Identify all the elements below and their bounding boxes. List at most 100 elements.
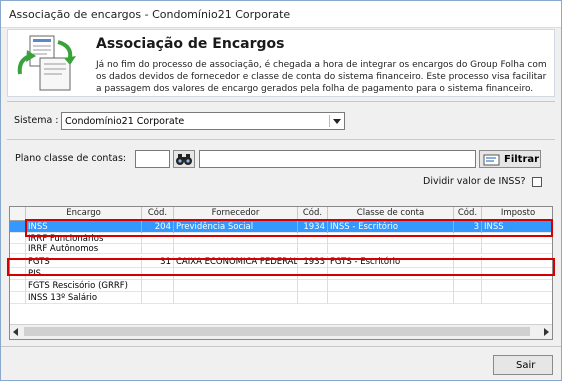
table-cell[interactable]: 1934 bbox=[298, 221, 328, 233]
row-indicator-header bbox=[10, 207, 26, 220]
filtrar-label: Filtrar bbox=[504, 154, 540, 165]
table-cell[interactable]: INSS bbox=[26, 221, 142, 233]
header-title: Associação de Encargos bbox=[96, 36, 285, 52]
column-header[interactable]: Imposto bbox=[482, 207, 552, 220]
table-cell[interactable] bbox=[482, 292, 552, 304]
column-header[interactable]: Cód. bbox=[454, 207, 482, 220]
table-cell[interactable]: Previdência Social bbox=[174, 221, 298, 233]
table-row[interactable]: IRRF Autônomos bbox=[10, 244, 552, 256]
row-indicator[interactable] bbox=[10, 244, 26, 256]
filter-icon bbox=[483, 154, 500, 166]
table-cell[interactable] bbox=[454, 279, 482, 292]
table-cell[interactable] bbox=[142, 268, 174, 280]
table-cell[interactable] bbox=[454, 233, 482, 244]
table-cell[interactable] bbox=[298, 279, 328, 292]
column-header[interactable]: Fornecedor bbox=[174, 207, 298, 220]
sistema-label: Sistema : bbox=[14, 115, 59, 126]
divider bbox=[1, 346, 561, 347]
binoculars-icon bbox=[176, 154, 192, 165]
filtrar-button[interactable]: Filtrar bbox=[479, 150, 541, 168]
table-row[interactable]: INSS 204 Previdência Social 1934 INSS - Escr… bbox=[10, 221, 552, 233]
table-row[interactable]: FGTS Rescisório (GRRF) bbox=[10, 279, 552, 292]
table-cell[interactable] bbox=[482, 280, 552, 292]
table-cell[interactable] bbox=[142, 291, 174, 304]
table-cell[interactable] bbox=[174, 279, 298, 292]
app-window: Associação de encargos - Condomínio21 Co… bbox=[0, 0, 562, 381]
table-cell[interactable] bbox=[482, 268, 552, 280]
sistema-select[interactable]: Condomínio21 Corporate bbox=[61, 112, 345, 130]
grid-header: Encargo Cód. Fornecedor Cód. Classe de c… bbox=[10, 207, 552, 221]
table-cell[interactable]: IRRF Funcionários bbox=[26, 233, 142, 244]
plano-code-input[interactable] bbox=[135, 150, 170, 168]
table-cell[interactable] bbox=[174, 268, 298, 280]
row-indicator[interactable] bbox=[10, 255, 26, 268]
table-cell[interactable] bbox=[298, 291, 328, 304]
table-cell[interactable] bbox=[328, 268, 454, 280]
row-indicator[interactable] bbox=[10, 221, 26, 233]
header-panel: Associação de Encargos Já no fim do proc… bbox=[7, 29, 555, 97]
scroll-left-icon[interactable] bbox=[13, 328, 18, 336]
table-cell[interactable] bbox=[482, 234, 552, 244]
table-cell[interactable] bbox=[482, 244, 552, 254]
table-cell[interactable]: FGTS Rescisório (GRRF) bbox=[26, 279, 142, 292]
table-cell[interactable]: PIS bbox=[26, 268, 142, 280]
row-indicator[interactable] bbox=[10, 291, 26, 304]
table-cell[interactable]: 1933 bbox=[298, 255, 328, 268]
column-header[interactable]: Cód. bbox=[142, 207, 174, 220]
dividir-checkbox[interactable] bbox=[532, 177, 542, 187]
table-cell[interactable]: 204 bbox=[142, 221, 174, 233]
column-header[interactable]: Classe de conta bbox=[328, 207, 454, 220]
table-cell[interactable] bbox=[328, 233, 454, 244]
table-cell[interactable]: FGTS bbox=[26, 255, 142, 268]
plano-description-input[interactable] bbox=[199, 150, 476, 168]
scroll-right-icon[interactable] bbox=[544, 328, 549, 336]
column-header[interactable]: Encargo bbox=[26, 207, 142, 220]
sair-button[interactable]: Sair bbox=[493, 355, 553, 375]
divider bbox=[7, 139, 555, 140]
table-cell[interactable] bbox=[174, 233, 298, 244]
table-cell[interactable] bbox=[142, 244, 174, 254]
table-cell[interactable] bbox=[454, 255, 482, 268]
sair-label: Sair bbox=[516, 360, 536, 371]
table-cell[interactable] bbox=[454, 244, 482, 254]
divider bbox=[7, 101, 555, 102]
column-header[interactable]: Cód. bbox=[298, 207, 328, 220]
table-cell[interactable] bbox=[328, 244, 454, 254]
table-cell[interactable]: FGTS - Escritório bbox=[328, 255, 454, 268]
chevron-down-icon[interactable] bbox=[329, 115, 342, 127]
table-cell[interactable]: 31 bbox=[142, 255, 174, 268]
documents-refresh-icon bbox=[17, 35, 76, 91]
table-cell[interactable] bbox=[142, 233, 174, 244]
table-cell[interactable] bbox=[298, 244, 328, 254]
dividir-label: Dividir valor de INSS? bbox=[423, 176, 526, 187]
header-description: Já no fim do processo de associação, é c… bbox=[96, 60, 547, 94]
row-indicator[interactable] bbox=[10, 268, 26, 280]
table-cell[interactable] bbox=[328, 279, 454, 292]
table-row[interactable]: IRRF Funcionários bbox=[10, 233, 552, 246]
row-indicator[interactable] bbox=[10, 279, 26, 292]
horizontal-scrollbar[interactable] bbox=[10, 324, 552, 339]
table-cell[interactable] bbox=[298, 233, 328, 244]
table-row[interactable]: FGTS 31 CAIXA ECONOMICA FEDERAL 1933 FGTS - … bbox=[10, 255, 552, 268]
table-cell[interactable]: IRRF Autônomos bbox=[26, 244, 142, 254]
table-cell[interactable] bbox=[298, 268, 328, 280]
table-row[interactable]: INSS 13º Salário bbox=[10, 291, 552, 304]
table-cell[interactable] bbox=[454, 291, 482, 304]
table-cell[interactable]: CAIXA ECONOMICA FEDERAL bbox=[174, 255, 298, 268]
table-cell[interactable] bbox=[482, 256, 552, 268]
table-cell[interactable] bbox=[142, 279, 174, 292]
scroll-thumb[interactable] bbox=[24, 327, 530, 336]
table-cell[interactable]: INSS 13º Salário bbox=[26, 291, 142, 304]
table-cell[interactable] bbox=[454, 268, 482, 280]
search-plano-button[interactable] bbox=[173, 150, 195, 168]
title-bar: Associação de encargos - Condomínio21 Co… bbox=[1, 1, 561, 28]
sistema-value: Condomínio21 Corporate bbox=[65, 116, 185, 127]
table-cell[interactable]: 3 bbox=[454, 221, 482, 233]
table-cell[interactable] bbox=[174, 244, 298, 254]
table-cell[interactable] bbox=[174, 291, 298, 304]
encargos-grid[interactable]: Encargo Cód. Fornecedor Cód. Classe de c… bbox=[9, 206, 553, 340]
table-cell[interactable] bbox=[328, 291, 454, 304]
table-cell[interactable]: INSS - Escritório bbox=[328, 221, 454, 233]
table-cell[interactable]: INSS bbox=[482, 221, 552, 233]
table-row[interactable]: PIS bbox=[10, 268, 552, 280]
